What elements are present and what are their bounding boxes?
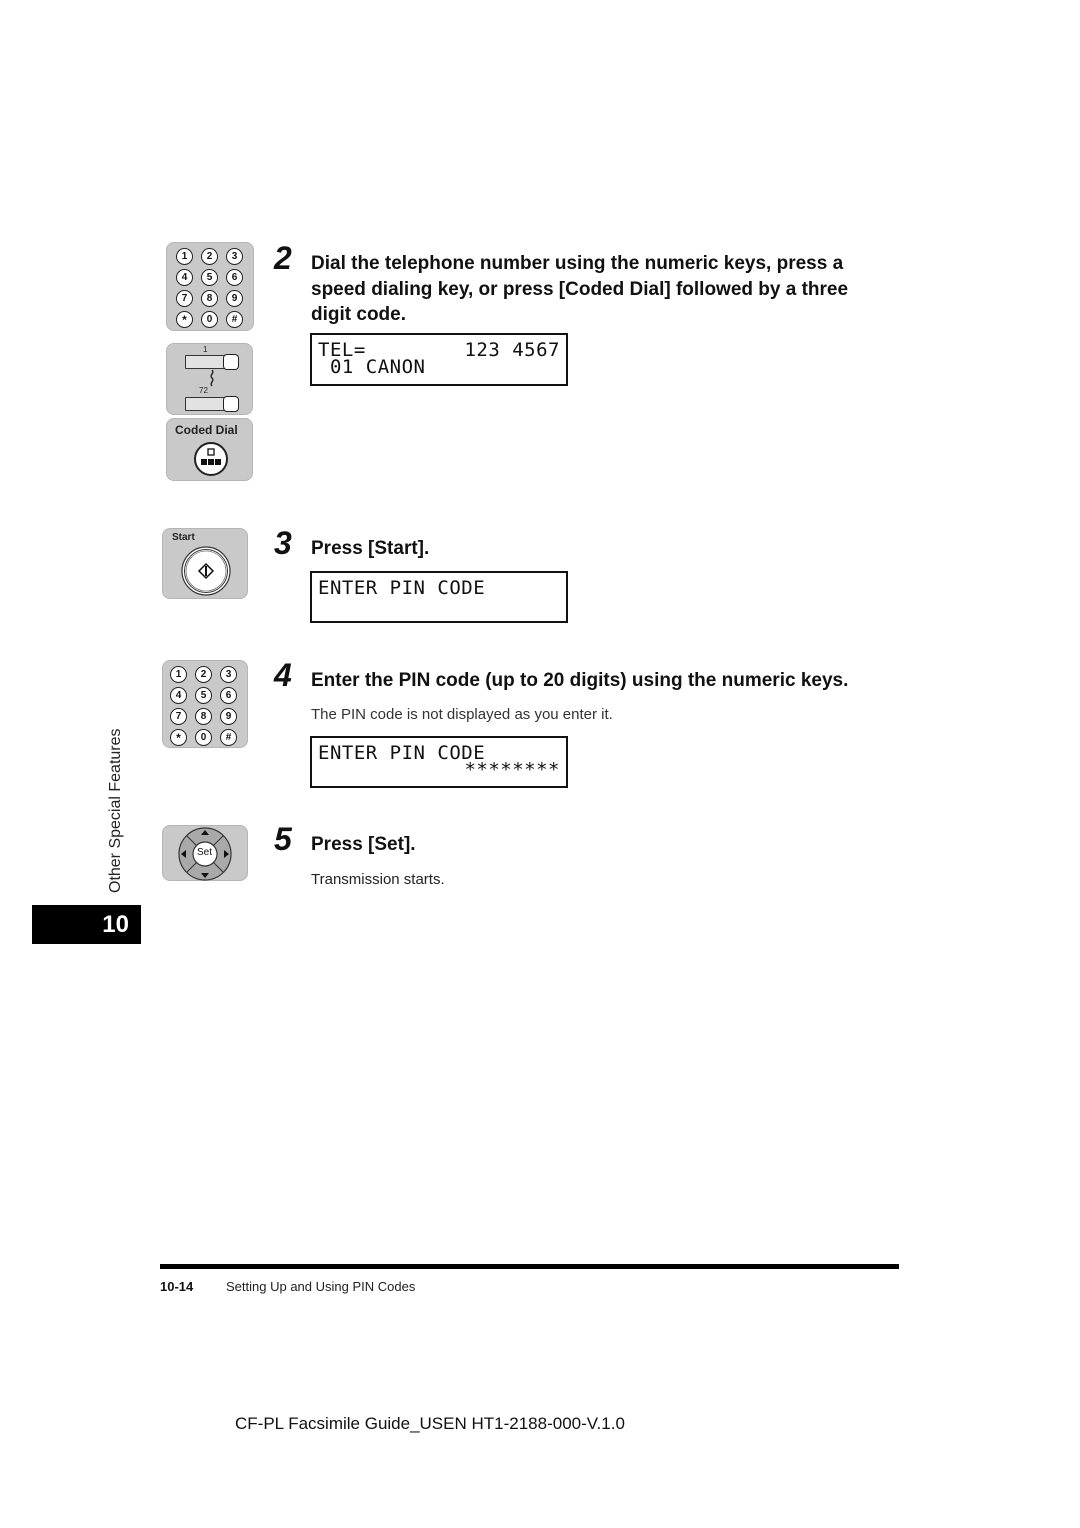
chapter-number-badge: 10	[32, 905, 141, 944]
keypad-key-icon: 9	[220, 708, 237, 725]
document-id: CF-PL Facsimile Guide_USEN HT1-2188-000-…	[235, 1414, 625, 1433]
step-4-number: 4	[274, 657, 292, 693]
keypad-key-icon: 9	[226, 290, 243, 307]
numeric-keypad-illustration: 1 2 3 4 5 6 7 8 9 * 0 #	[166, 242, 254, 331]
lcd-display-pin-masked: ENTER PIN CODE ********	[310, 736, 568, 788]
keypad-key-icon: #	[220, 729, 237, 746]
step-3-title: Press [Start].	[311, 538, 430, 559]
start-key-illustration: Start	[162, 528, 248, 599]
footer-section-title: Setting Up and Using PIN Codes	[226, 1279, 416, 1294]
lcd-line-2-masked-pin: ********	[464, 759, 560, 781]
set-key-illustration: Set	[162, 825, 248, 881]
keypad-key-icon: 1	[170, 666, 187, 683]
keypad-key-icon: 6	[226, 269, 243, 286]
step-2-title-line: speed dialing key, or press [Coded Dial]…	[311, 278, 849, 300]
start-key-label: Start	[172, 532, 195, 543]
keypad-key-icon: 5	[195, 687, 212, 704]
lcd-line-1: ENTER PIN CODE	[318, 742, 486, 764]
keypad-key-icon: 8	[195, 708, 212, 725]
keypad-key-icon: 4	[176, 269, 193, 286]
keypad-key-icon: 8	[201, 290, 218, 307]
speed-dial-key-last	[223, 396, 239, 412]
keypad-key-icon: 2	[195, 666, 212, 683]
lcd-line-1-right: 123 4567	[464, 339, 560, 361]
speed-dial-first-label: 1	[203, 345, 208, 354]
keypad-key-icon: 5	[201, 269, 218, 286]
footer-rule	[160, 1264, 899, 1269]
lcd-line-2: 01 CANON	[318, 356, 426, 378]
keypad-key-icon: 1	[176, 248, 193, 265]
wavy-ellipsis-icon	[210, 369, 214, 387]
step-2-number: 2	[274, 240, 292, 276]
keypad-key-icon: 2	[201, 248, 218, 265]
step-4-title: Enter the PIN code (up to 20 digits) usi…	[311, 670, 849, 691]
lcd-display-dialing: TEL= 123 4567 01 CANON	[310, 333, 568, 386]
keypad-key-icon: 4	[170, 687, 187, 704]
step-2-title-line: Dial the telephone number using the nume…	[311, 253, 844, 274]
step-5-number: 5	[274, 821, 292, 857]
lcd-display-enter-pin: ENTER PIN CODE	[310, 571, 568, 623]
keypad-key-icon: 3	[220, 666, 237, 683]
speed-dial-last-label: 72	[199, 386, 208, 395]
keypad-key-icon: 0	[201, 311, 218, 328]
start-button-icon	[181, 546, 231, 596]
coded-dial-key-illustration: Coded Dial	[166, 418, 253, 481]
lcd-line-1: ENTER PIN CODE	[318, 577, 486, 599]
step-3-number: 3	[274, 525, 292, 561]
speed-dial-key-first	[223, 354, 239, 370]
step-5-title: Press [Set].	[311, 834, 416, 855]
speed-dial-keys-illustration: 1 72	[166, 343, 253, 415]
step-2-title: Dial the telephone number using the nume…	[311, 251, 911, 328]
keypad-key-icon: 7	[176, 290, 193, 307]
keypad-key-icon: #	[226, 311, 243, 328]
footer-page-number: 10-14	[160, 1279, 194, 1294]
coded-dial-label: Coded Dial	[175, 423, 238, 437]
keypad-key-icon: *	[170, 729, 187, 746]
numeric-keypad-illustration: 1 2 3 4 5 6 7 8 9 * 0 #	[162, 660, 248, 748]
chapter-number: 10	[102, 910, 129, 938]
set-key-label: Set	[197, 847, 213, 858]
keypad-key-icon: 6	[220, 687, 237, 704]
coded-dial-icon	[194, 442, 228, 476]
step-5-note: Transmission starts.	[311, 871, 445, 888]
step-2-title-line: digit code.	[311, 304, 406, 325]
keypad-key-icon: *	[176, 311, 193, 328]
chapter-tab-label: Other Special Features	[107, 728, 124, 893]
keypad-key-icon: 7	[170, 708, 187, 725]
step-4-note: The PIN code is not displayed as you ent…	[311, 706, 613, 723]
keypad-key-icon: 3	[226, 248, 243, 265]
keypad-key-icon: 0	[195, 729, 212, 746]
